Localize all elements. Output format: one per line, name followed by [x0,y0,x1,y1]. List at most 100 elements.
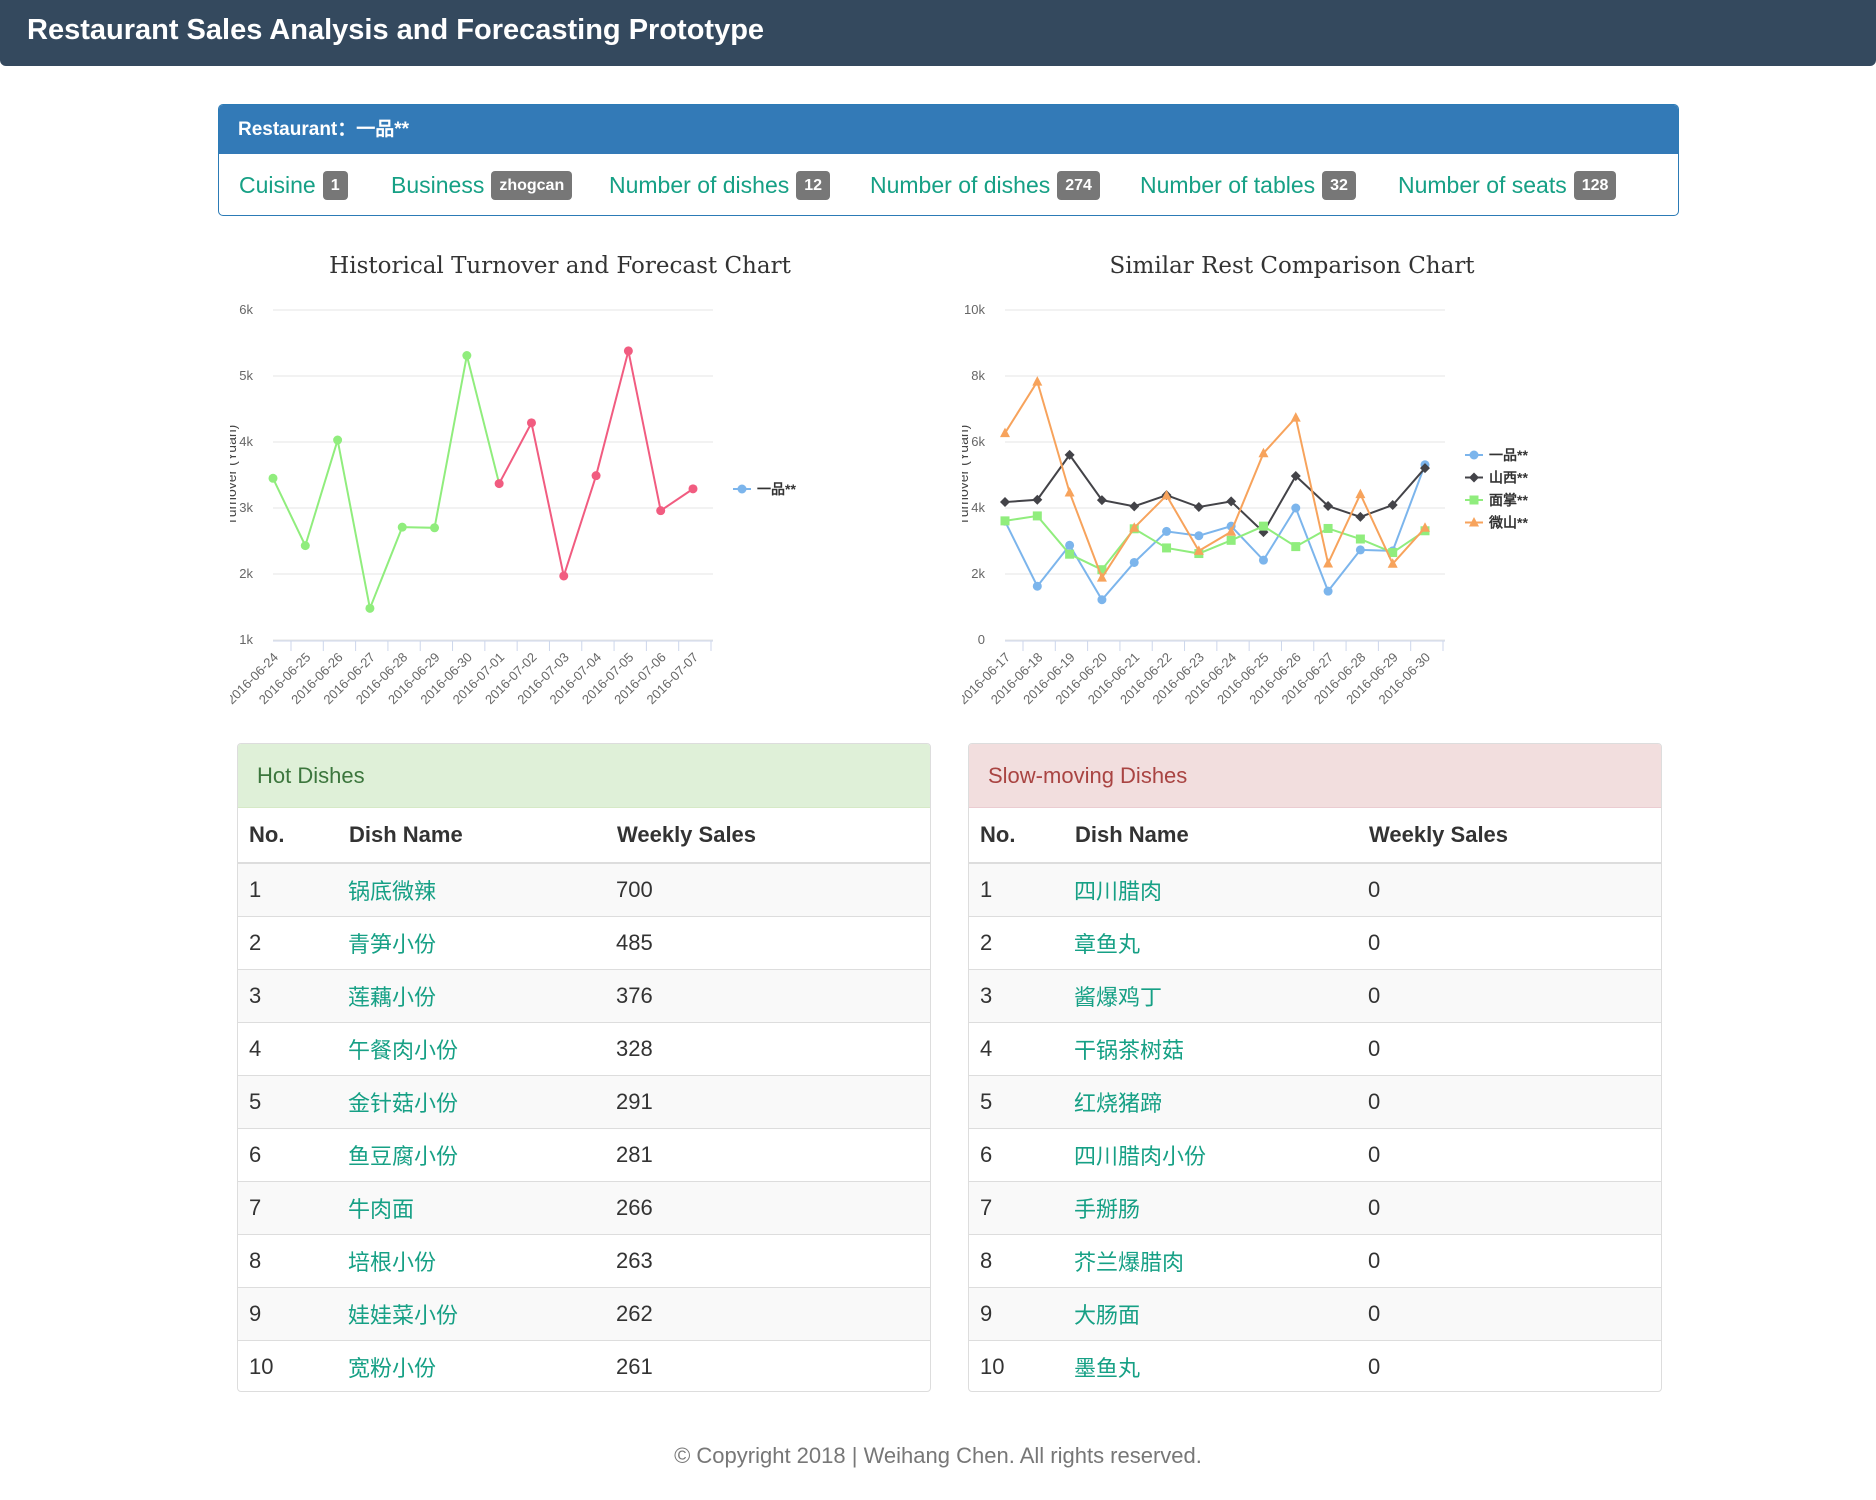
dish-name-link[interactable]: 锅底微辣 [348,862,616,917]
table-row: 2 青笋小份 485 [238,916,930,970]
y-tick-label: 3k [239,500,253,515]
dish-name-link[interactable]: 干锅茶树菇 [1074,1022,1368,1076]
historical-point[interactable] [268,473,278,483]
series-point[interactable] [1064,486,1075,497]
hot-dishes-title: Hot Dishes [238,744,930,808]
table-row: 3 莲藕小份 376 [238,969,930,1023]
stat-badge: 12 [796,170,831,200]
dish-name-link[interactable]: 培根小份 [348,1234,616,1288]
stat-business[interactable]: Business zhogcan [391,154,573,215]
stat-dish-total[interactable]: Number of dishes 274 [870,154,1100,215]
legend-marker[interactable] [737,484,747,494]
legend-item[interactable]: 一品** [733,481,796,497]
legend-item[interactable]: 微山** [1465,515,1528,531]
stat-dish-count[interactable]: Number of dishes 12 [609,154,831,215]
series-point[interactable] [1000,516,1010,526]
historical-point[interactable] [333,435,343,445]
col-dish-name-header: Dish Name [1074,808,1368,864]
dish-name-link[interactable]: 金针菇小份 [348,1075,616,1129]
dish-name-link[interactable]: 午餐肉小份 [348,1022,616,1076]
series-point[interactable] [1032,511,1042,521]
series-point[interactable] [1162,526,1172,536]
legend-item[interactable]: 一品** [1465,447,1528,463]
series-point[interactable] [1193,502,1204,513]
legend-item[interactable]: 山西** [1465,470,1528,486]
legend-marker[interactable] [1469,472,1479,483]
stat-cuisine[interactable]: Cuisine 1 [239,154,348,215]
series-point[interactable] [1355,545,1365,555]
series-point[interactable] [1323,557,1334,568]
dish-name-link[interactable]: 墨鱼丸 [1074,1340,1368,1391]
y-tick-label: 6k [239,302,253,317]
app-title[interactable]: Restaurant Sales Analysis and Forecastin… [27,14,764,47]
series-point[interactable] [1194,531,1204,541]
forecast-point[interactable] [623,346,633,356]
forecast-point[interactable] [688,484,698,494]
dish-weekly-sales: 262 [616,1287,930,1341]
series-point[interactable] [1355,534,1365,544]
series-point[interactable] [1323,586,1333,596]
dish-name-link[interactable]: 章鱼丸 [1074,916,1368,970]
dish-name-link[interactable]: 莲藕小份 [348,969,616,1023]
series-point[interactable] [1000,497,1010,508]
series-point[interactable] [1291,542,1301,552]
dish-rank: 9 [969,1287,1074,1341]
forecast-point[interactable] [591,471,601,481]
series-group [1000,460,1430,605]
dish-rank: 6 [969,1128,1074,1182]
table-row: 9 娃娃菜小份 262 [238,1287,930,1341]
series-point[interactable] [1065,540,1075,550]
col-weekly-sales-header: Weekly Sales [1368,808,1661,864]
series-point[interactable] [1032,376,1043,386]
series-point[interactable] [1290,412,1301,422]
dish-name-link[interactable]: 四川腊肉 [1074,862,1368,917]
series-point[interactable] [1032,581,1042,591]
forecast-point[interactable] [526,418,536,428]
dish-name-link[interactable]: 红烧猪蹄 [1074,1075,1368,1129]
forecast-point[interactable] [494,479,504,489]
table-row: 10 宽粉小份 261 [238,1340,930,1391]
series-point[interactable] [1323,523,1333,533]
dish-rank: 6 [238,1128,348,1182]
series-point[interactable] [1291,503,1301,513]
dish-name-link[interactable]: 酱爆鸡丁 [1074,969,1368,1023]
table-row: 4 午餐肉小份 328 [238,1022,930,1076]
series-point[interactable] [1065,549,1075,559]
historical-point[interactable] [462,351,472,361]
legend-marker[interactable] [1469,495,1479,505]
stat-tables[interactable]: Number of tables 32 [1140,154,1356,215]
series-point[interactable] [1355,488,1366,499]
y-tick-label: 8k [971,368,985,383]
dish-name-link[interactable]: 青笋小份 [348,916,616,970]
historical-point[interactable] [397,522,407,532]
series-point[interactable] [1129,557,1139,567]
historical-point[interactable] [430,523,440,533]
turnover-forecast-chart: Historical Turnover and Forecast Chart 1k… [230,240,930,735]
dish-name-link[interactable]: 鱼豆腐小份 [348,1128,616,1182]
series-point[interactable] [1258,555,1268,565]
dish-name-link[interactable]: 四川腊肉小份 [1074,1128,1368,1182]
table-row: 6 四川腊肉小份 0 [969,1128,1661,1182]
historical-point[interactable] [365,603,375,613]
y-axis-label: Turnover (Yuan) [230,425,239,526]
dish-name-link[interactable]: 娃娃菜小份 [348,1287,616,1341]
legend-marker[interactable] [1469,450,1479,460]
col-no-header: No. [969,808,1074,864]
dish-name-link[interactable]: 牛肉面 [348,1181,616,1235]
dish-name-link[interactable]: 大肠面 [1074,1287,1368,1341]
forecast-point[interactable] [559,571,569,581]
series-point[interactable] [1355,511,1366,522]
legend-item[interactable]: 面掌** [1465,492,1528,508]
series-point[interactable] [1226,535,1236,545]
series-point[interactable] [1258,521,1268,531]
series-point[interactable] [1097,595,1107,605]
historical-point[interactable] [300,541,310,551]
forecast-point[interactable] [656,506,666,516]
dish-name-link[interactable]: 芥兰爆腊肉 [1074,1234,1368,1288]
dish-name-link[interactable]: 宽粉小份 [348,1340,616,1391]
y-tick-label: 4k [971,500,985,515]
stat-seats[interactable]: Number of seats 128 [1398,154,1617,215]
series-point[interactable] [1162,543,1172,553]
series-point[interactable] [1129,501,1140,512]
dish-name-link[interactable]: 手掰肠 [1074,1181,1368,1235]
